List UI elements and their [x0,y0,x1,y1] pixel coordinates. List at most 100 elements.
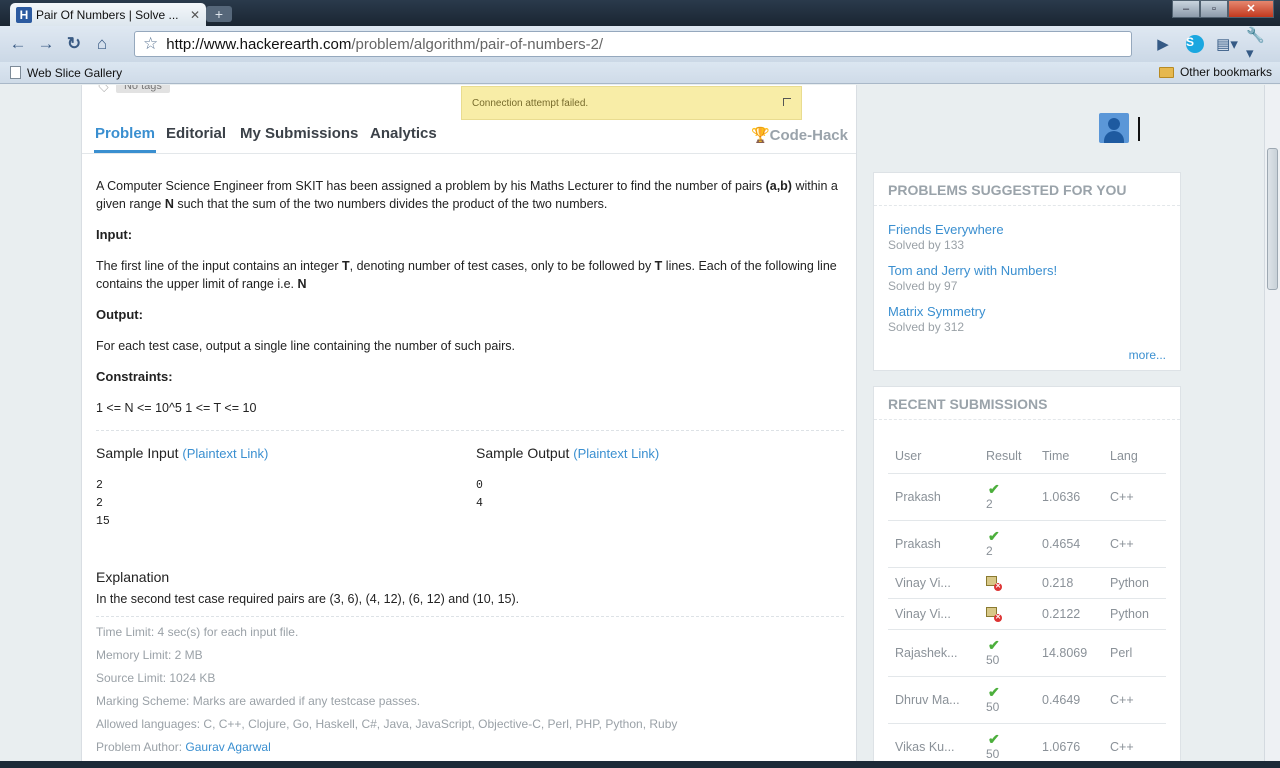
submission-user[interactable]: Vinay Vi... [888,598,979,630]
result-score: 50 [986,699,1000,714]
other-bookmarks[interactable]: Other bookmarks [1158,65,1272,79]
no-tags-label: No tags [115,85,170,93]
suggested-item: Tom and Jerry with Numbers! Solved by 97 [888,263,1166,294]
sample-output-plaintext-link[interactable]: (Plaintext Link) [573,446,659,461]
intro-text: A Computer Science Engineer from SKIT ha… [96,179,766,193]
recent-submissions-card: RECENT SUBMISSIONS User Result Time Lang… [873,386,1181,761]
suggested-heading: PROBLEMS SUGGESTED FOR YOU [874,173,1180,206]
suggested-problem-link[interactable]: Matrix Symmetry [888,304,1166,320]
page-viewport: 🏷 No tags Connection attempt failed. Pro… [0,85,1264,761]
url-text[interactable]: http://www.hackerearth.com/problem/algor… [166,36,603,53]
submission-user[interactable]: Vikas Ku... [888,723,979,761]
play-icon[interactable]: ▶ [1150,31,1176,57]
author-link[interactable]: Gaurav Agarwal [185,740,270,754]
bookmark-web-slice-gallery[interactable]: Web Slice Gallery [27,66,122,80]
tab-title: Pair Of Numbers | Solve ... [36,7,179,22]
accepted-check-icon: ✔ [988,730,1000,747]
browser-tab[interactable]: H Pair Of Numbers | Solve ... ✕ [10,3,206,26]
problem-statement: A Computer Science Engineer from SKIT ha… [96,177,844,759]
divider [96,430,844,431]
tab-analytics[interactable]: Analytics [370,125,437,153]
submission-user[interactable]: Vinay Vi... [888,567,979,599]
page-icon [10,66,21,79]
sample-input: Sample Input (Plaintext Link) 2 2 15 [96,444,268,531]
sample-input-plaintext-link[interactable]: (Plaintext Link) [182,446,268,461]
tab-my-submissions[interactable]: My Submissions [240,125,358,153]
suggested-problem-link[interactable]: Friends Everywhere [888,222,1166,238]
time-limit: Time Limit: 4 sec(s) for each input file… [96,625,299,639]
forward-arrow-icon[interactable]: → [34,32,58,56]
solved-count: Solved by 133 [888,238,965,252]
os-taskbar [0,761,1280,768]
submission-time: 0.4654 [1035,520,1103,568]
result-wrap: ✔ 2 [986,482,1035,512]
result-wrap: ✔ 2 [986,529,1035,559]
page-menu-icon[interactable]: ▤▾ [1214,31,1240,57]
notice-text: Connection attempt failed. [472,97,589,109]
suggested-problem-link[interactable]: Tom and Jerry with Numbers! [888,263,1166,279]
table-row: Dhruv Ma... ✔ 50 0.4649 C++ [888,676,1166,724]
intro-n: N [164,197,174,211]
result-score: 50 [986,746,1000,761]
sample-input-heading: Sample Input (Plaintext Link) [96,444,268,463]
constraints-heading-label: Constraints [96,369,169,384]
code-hack-link[interactable]: 🏆Code-Hack [751,126,848,144]
submission-user[interactable]: Dhruv Ma... [888,676,979,724]
submission-time: 1.0636 [1035,473,1103,521]
submission-user[interactable]: Prakash [888,473,979,521]
explanation-text: In the second test case required pairs a… [96,592,520,606]
submission-user[interactable]: Rajashek... [888,629,979,677]
home-icon[interactable]: ⌂ [90,32,114,56]
close-window-button[interactable]: ✕ [1228,0,1274,18]
text-cursor [1138,117,1140,141]
minimize-button[interactable]: – [1172,0,1200,18]
column-header: Time [1035,439,1103,474]
sample-output-label: Sample Output [476,445,570,461]
more-link[interactable]: more... [1129,348,1166,362]
runtime-error-icon: ✕ [986,574,1002,591]
submission-time: 0.218 [1035,567,1103,599]
tab-editorial[interactable]: Editorial [166,125,226,153]
output-heading-label: Output [96,307,139,322]
submission-lang: Python [1103,567,1166,599]
vertical-scrollbar[interactable] [1264,85,1280,761]
solved-count: Solved by 97 [888,279,958,293]
back-arrow-icon[interactable]: ← [6,32,30,56]
suggested-problems-card: PROBLEMS SUGGESTED FOR YOU Friends Every… [873,172,1181,371]
user-avatar[interactable] [1099,113,1129,143]
submission-lang: Python [1103,598,1166,630]
submission-lang: C++ [1103,723,1166,761]
result-wrap: ✔ 50 [986,638,1035,668]
bookmark-star-icon[interactable]: ☆ [143,34,158,54]
submission-lang: Perl [1103,629,1166,677]
tab-close-icon[interactable]: ✕ [190,8,200,22]
new-tab-button[interactable]: + [206,6,232,22]
suggested-item: Matrix Symmetry Solved by 312 [888,304,1166,335]
problem-panel: 🏷 No tags Connection attempt failed. Pro… [81,85,857,761]
runtime-error-icon: ✕ [986,605,1002,622]
result-wrap: ✔ 50 [986,685,1035,715]
column-header: Result [979,439,1035,474]
skype-extension-button[interactable]: S [1182,31,1208,57]
reload-icon[interactable]: ↻ [62,32,86,56]
suggested-list: Friends Everywhere Solved by 133 Tom and… [874,222,1180,335]
problem-author: Problem Author: Gaurav Agarwal [96,736,844,759]
table-header-row: User Result Time Lang [888,439,1166,474]
maximize-button[interactable]: ▫ [1200,0,1228,18]
tab-problem[interactable]: Problem [94,125,157,153]
avatar-body [1104,131,1124,143]
connection-notice: Connection attempt failed. [461,86,802,120]
sample-input-block: 2 2 15 [96,479,110,528]
url-path: /problem/algorithm/pair-of-numbers-2/ [351,35,604,53]
submission-lang: C++ [1103,473,1166,521]
url-domain: http://www.hackerearth.com [166,35,352,53]
explanation-heading: Explanation [96,569,170,585]
wrench-menu-icon[interactable]: 🔧▾ [1246,27,1272,62]
submissions-body: Prakash ✔ 2 1.0636 C++ Prakash ✔ 2 0.4654 C++ Vina… [888,473,1166,761]
submission-user[interactable]: Prakash [888,520,979,568]
address-bar[interactable]: ☆ http://www.hackerearth.com/problem/alg… [134,31,1132,57]
tag-icon: 🏷 [96,85,110,93]
scrollbar-thumb[interactable] [1267,148,1278,290]
submission-time: 14.8069 [1035,629,1103,677]
collapse-corner-icon[interactable] [783,98,791,106]
